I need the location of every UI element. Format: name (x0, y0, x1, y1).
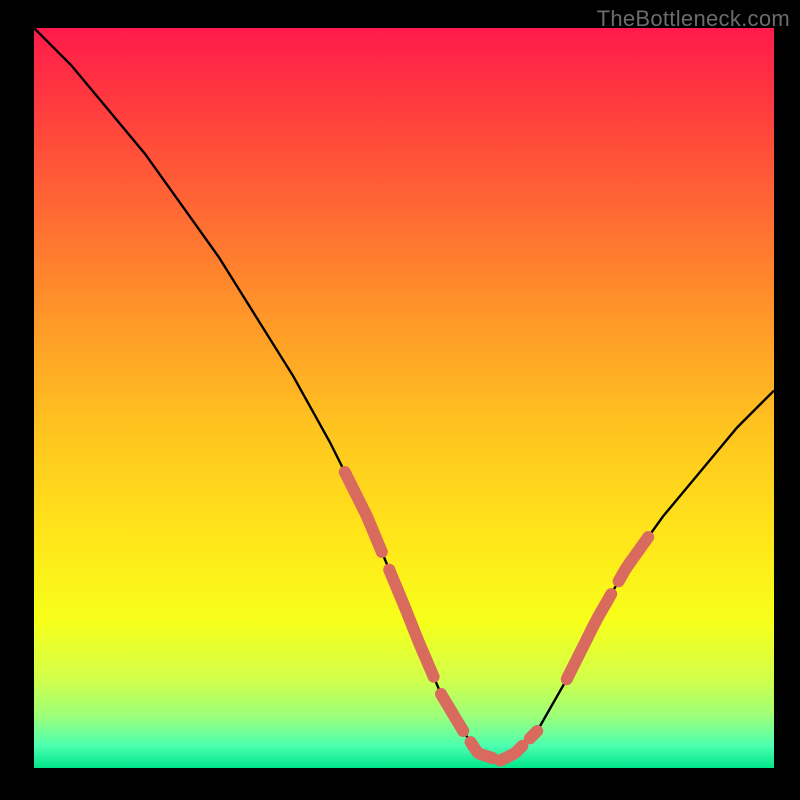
bottleneck-chart (0, 0, 800, 800)
highlight-segment (530, 731, 537, 738)
chart-container: TheBottleneck.com (0, 0, 800, 800)
chart-gradient-bg (34, 28, 774, 768)
